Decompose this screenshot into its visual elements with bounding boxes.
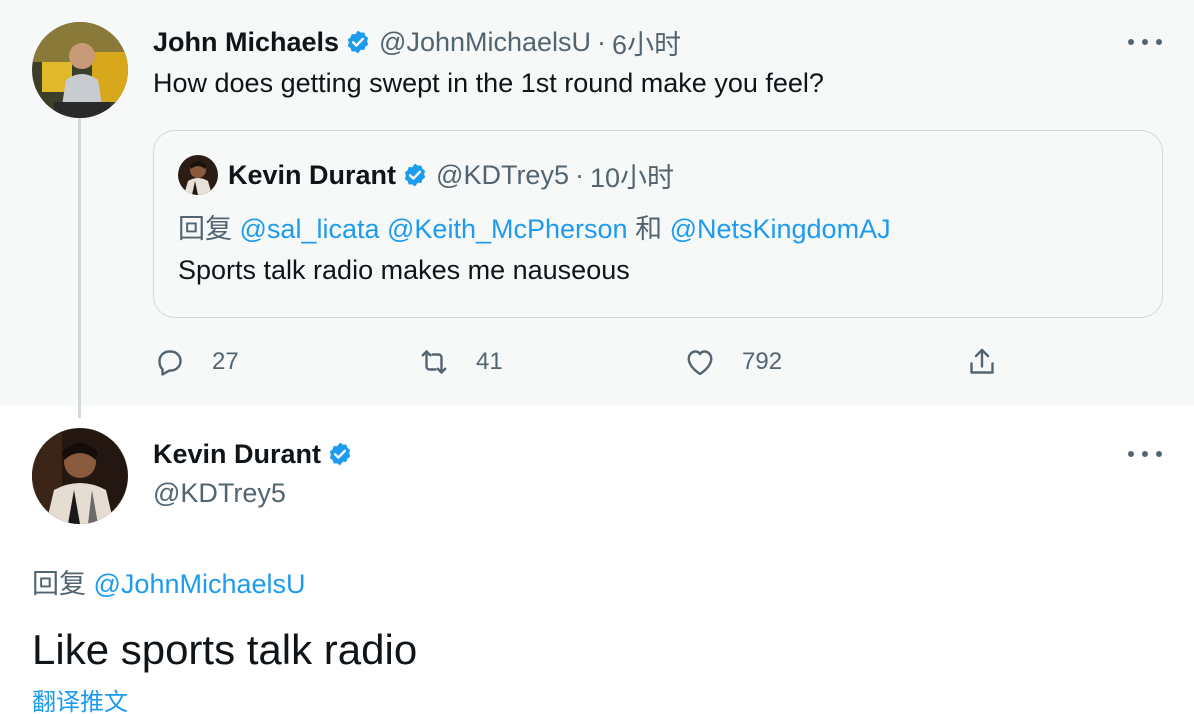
- more-icon[interactable]: [1128, 35, 1162, 49]
- john-michaels-avatar[interactable]: [32, 22, 128, 118]
- reply-button[interactable]: 27: [152, 340, 239, 384]
- author-handle[interactable]: @JohnMichaelsU: [379, 27, 591, 58]
- reply-author-handle[interactable]: @KDTrey5: [153, 478, 286, 509]
- quoted-reply-context: 回复 @sal_licata @Keith_McPherson 和 @NetsK…: [178, 207, 891, 246]
- tweet-timestamp[interactable]: 6小时: [612, 23, 681, 62]
- reply-icon: [152, 344, 188, 380]
- reply-tweet-header: Kevin Durant: [153, 436, 361, 472]
- mention-link[interactable]: @Keith_McPherson: [387, 214, 628, 244]
- retweet-count: 41: [476, 348, 503, 375]
- reply-count: 27: [212, 348, 239, 375]
- share-button[interactable]: [964, 340, 1000, 384]
- separator-dot: ·: [574, 159, 584, 190]
- reply-author-name[interactable]: Kevin Durant: [153, 439, 321, 470]
- verified-badge-icon: [345, 29, 371, 55]
- retweet-button[interactable]: 41: [416, 340, 503, 384]
- more-icon[interactable]: [1128, 447, 1162, 461]
- verified-badge-icon: [327, 441, 353, 467]
- like-button[interactable]: 792: [682, 340, 782, 384]
- share-icon: [964, 344, 1000, 380]
- like-count: 792: [742, 348, 783, 375]
- kevin-durant-avatar[interactable]: [32, 428, 128, 524]
- reply-tweet-text: Like sports talk radio: [32, 626, 418, 673]
- reply-prefix: 回复: [178, 214, 232, 244]
- tweet-action-bar: 27 41 792: [150, 340, 1010, 384]
- quoted-tweet-timestamp[interactable]: 10小时: [590, 156, 674, 195]
- quoted-tweet-header: Kevin Durant @KDTrey5 · 10小时: [228, 157, 674, 193]
- quoted-author-handle[interactable]: @KDTrey5: [436, 160, 569, 191]
- thread-connector-line: [78, 118, 81, 418]
- original-tweet-header: John Michaels @JohnMichaelsU · 6小时: [153, 24, 681, 60]
- like-icon: [682, 344, 718, 380]
- quoted-tweet-text: Sports talk radio makes me nauseous: [178, 255, 630, 285]
- retweet-icon: [416, 344, 452, 380]
- verified-badge-icon: [402, 162, 428, 188]
- tweet-text: How does getting swept in the 1st round …: [153, 68, 824, 98]
- author-name[interactable]: John Michaels: [153, 27, 339, 58]
- quoted-author-name[interactable]: Kevin Durant: [228, 160, 396, 191]
- conjunction: 和: [635, 214, 663, 244]
- reply-prefix: 回复: [32, 569, 86, 599]
- mention-link[interactable]: @sal_licata: [240, 214, 380, 244]
- original-tweet[interactable]: John Michaels @JohnMichaelsU · 6小时 How d…: [0, 0, 1194, 405]
- separator-dot: ·: [597, 26, 607, 57]
- reply-context: 回复 @JohnMichaelsU: [32, 562, 306, 601]
- mention-link[interactable]: @NetsKingdomAJ: [670, 214, 891, 244]
- translate-tweet-link[interactable]: 翻译推文: [32, 682, 128, 714]
- quoted-tweet-card[interactable]: Kevin Durant @KDTrey5 · 10小时 回复 @sal_lic…: [153, 130, 1163, 318]
- mention-link[interactable]: @JohnMichaelsU: [94, 569, 306, 599]
- kevin-durant-quote-avatar: [178, 155, 218, 195]
